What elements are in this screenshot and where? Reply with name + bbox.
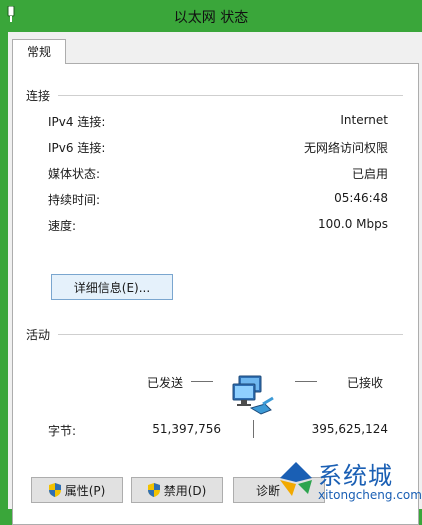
bytes-sent-value: 51,397,756 <box>152 422 221 436</box>
bytes-label: 字节: <box>48 424 77 438</box>
connection-separator <box>58 95 403 96</box>
disable-button-label: 禁用(D) <box>163 484 207 498</box>
duration-value: 05:46:48 <box>334 191 388 205</box>
ipv6-value: 无网络访问权限 <box>303 141 388 155</box>
bytes-divider <box>253 420 254 438</box>
speed-value: 100.0 Mbps <box>317 217 388 231</box>
details-button[interactable]: 详细信息(E)... <box>51 274 173 300</box>
properties-button-label: 属性(P) <box>64 484 106 498</box>
ipv4-label: IPv4 连接: <box>48 115 106 129</box>
network-computers-icon <box>232 375 274 415</box>
ipv4-value: Internet <box>340 113 388 127</box>
watermark-url: xitongcheng.com <box>318 488 422 502</box>
tab-general[interactable]: 常规 <box>12 39 66 64</box>
site-watermark: 系统城 xitongcheng.com <box>272 452 422 509</box>
received-label: 已接收 <box>347 376 384 390</box>
duration-label: 持续时间: <box>48 193 101 207</box>
activity-section-title: 活动 <box>26 328 51 342</box>
sent-label: 已发送 <box>147 376 184 390</box>
properties-button[interactable]: 属性(P) <box>31 477 123 503</box>
uac-shield-icon <box>147 483 160 497</box>
media-state-value: 已启用 <box>351 167 388 181</box>
sent-line <box>191 381 213 382</box>
media-state-label: 媒体状态: <box>48 167 101 181</box>
uac-shield-icon <box>48 483 61 497</box>
speed-label: 速度: <box>48 219 77 233</box>
received-line <box>295 381 317 382</box>
window-client-area: 常规 连接 IPv4 连接: Internet IPv6 连接: 无网络访问权限… <box>8 32 422 525</box>
disable-button[interactable]: 禁用(D) <box>131 477 223 503</box>
activity-separator <box>58 334 403 335</box>
window-title: 以太网 状态 <box>173 10 249 26</box>
watermark-logo-icon <box>280 462 312 496</box>
ipv6-label: IPv6 连接: <box>48 141 106 155</box>
bytes-received-value: 395,625,124 <box>311 422 388 436</box>
connection-section-title: 连接 <box>26 89 51 103</box>
title-bar: 以太网 状态 <box>0 0 422 32</box>
watermark-text: 系统城 <box>318 462 393 490</box>
